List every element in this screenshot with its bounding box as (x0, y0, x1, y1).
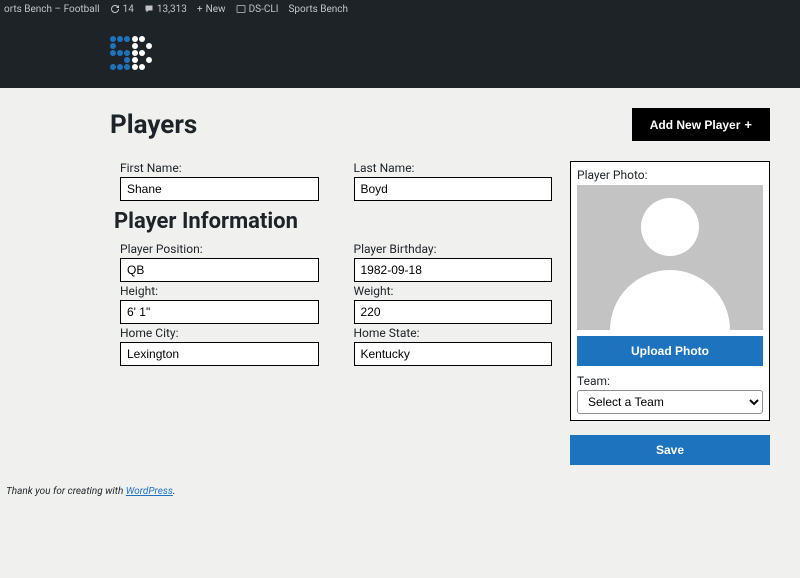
add-button-label: Add New Player (650, 118, 741, 132)
first-name-input[interactable] (120, 177, 319, 201)
footer-credit: Thank you for creating with WordPress. (2, 480, 179, 503)
left-column: First Name: Last Name: Player Informatio… (120, 161, 552, 465)
player-info-title: Player Information (114, 209, 552, 234)
logo-b (132, 36, 152, 70)
upload-photo-button[interactable]: Upload Photo (577, 336, 763, 366)
position-label: Player Position: (120, 242, 319, 256)
site-label: orts Bench – Football (4, 4, 100, 15)
admin-bar-dscli[interactable]: DS-CLI (236, 4, 279, 15)
admin-bar-sports-bench[interactable]: Sports Bench (288, 4, 348, 15)
home-state-label: Home State: (354, 326, 553, 340)
height-label: Height: (120, 284, 319, 298)
photo-box: Player Photo: Upload Photo Team: Select … (570, 161, 770, 421)
first-name-label: First Name: (120, 161, 319, 175)
admin-bar: orts Bench – Football 14 13,313 + New DS… (0, 0, 800, 18)
comment-icon (144, 4, 154, 14)
logo (110, 36, 152, 70)
height-input[interactable] (120, 300, 319, 324)
save-button[interactable]: Save (570, 435, 770, 465)
add-player-button[interactable]: Add New Player + (632, 108, 770, 141)
plus-icon: + (744, 117, 752, 132)
avatar-silhouette-icon (610, 190, 730, 330)
dscli-label: DS-CLI (249, 4, 279, 15)
admin-bar-updates[interactable]: 14 (110, 4, 134, 15)
updates-icon (110, 4, 120, 14)
admin-bar-comments[interactable]: 13,313 (144, 4, 187, 15)
last-name-input[interactable] (354, 177, 553, 201)
comments-count: 13,313 (157, 4, 187, 15)
page-header: Players Add New Player + (0, 108, 800, 141)
home-state-input[interactable] (354, 342, 553, 366)
birthday-label: Player Birthday: (354, 242, 553, 256)
page-title: Players (110, 110, 197, 140)
footer-text: Thank you for creating with (6, 486, 126, 497)
position-input[interactable] (120, 258, 319, 282)
footer-suffix: . (173, 486, 176, 497)
team-select[interactable]: Select a Team (577, 390, 763, 414)
birthday-input[interactable] (354, 258, 553, 282)
home-city-input[interactable] (120, 342, 319, 366)
terminal-icon (236, 4, 246, 14)
home-city-label: Home City: (120, 326, 319, 340)
weight-input[interactable] (354, 300, 553, 324)
new-label: New (206, 4, 226, 15)
weight-label: Weight: (354, 284, 553, 298)
sports-bench-label: Sports Bench (288, 4, 348, 15)
admin-bar-new[interactable]: + New (197, 4, 226, 15)
photo-label: Player Photo: (577, 168, 763, 182)
wordpress-link[interactable]: WordPress (126, 486, 173, 497)
photo-placeholder (577, 185, 763, 330)
updates-count: 14 (123, 4, 134, 15)
logo-s (110, 36, 130, 70)
header-banner (0, 18, 800, 88)
team-label: Team: (577, 374, 763, 388)
content: Players Add New Player + First Name: Las… (0, 88, 800, 465)
last-name-label: Last Name: (354, 161, 553, 175)
plus-icon: + (197, 4, 203, 15)
admin-bar-site[interactable]: orts Bench – Football (4, 4, 100, 15)
form-area: First Name: Last Name: Player Informatio… (0, 161, 800, 465)
right-column: Player Photo: Upload Photo Team: Select … (570, 161, 770, 465)
